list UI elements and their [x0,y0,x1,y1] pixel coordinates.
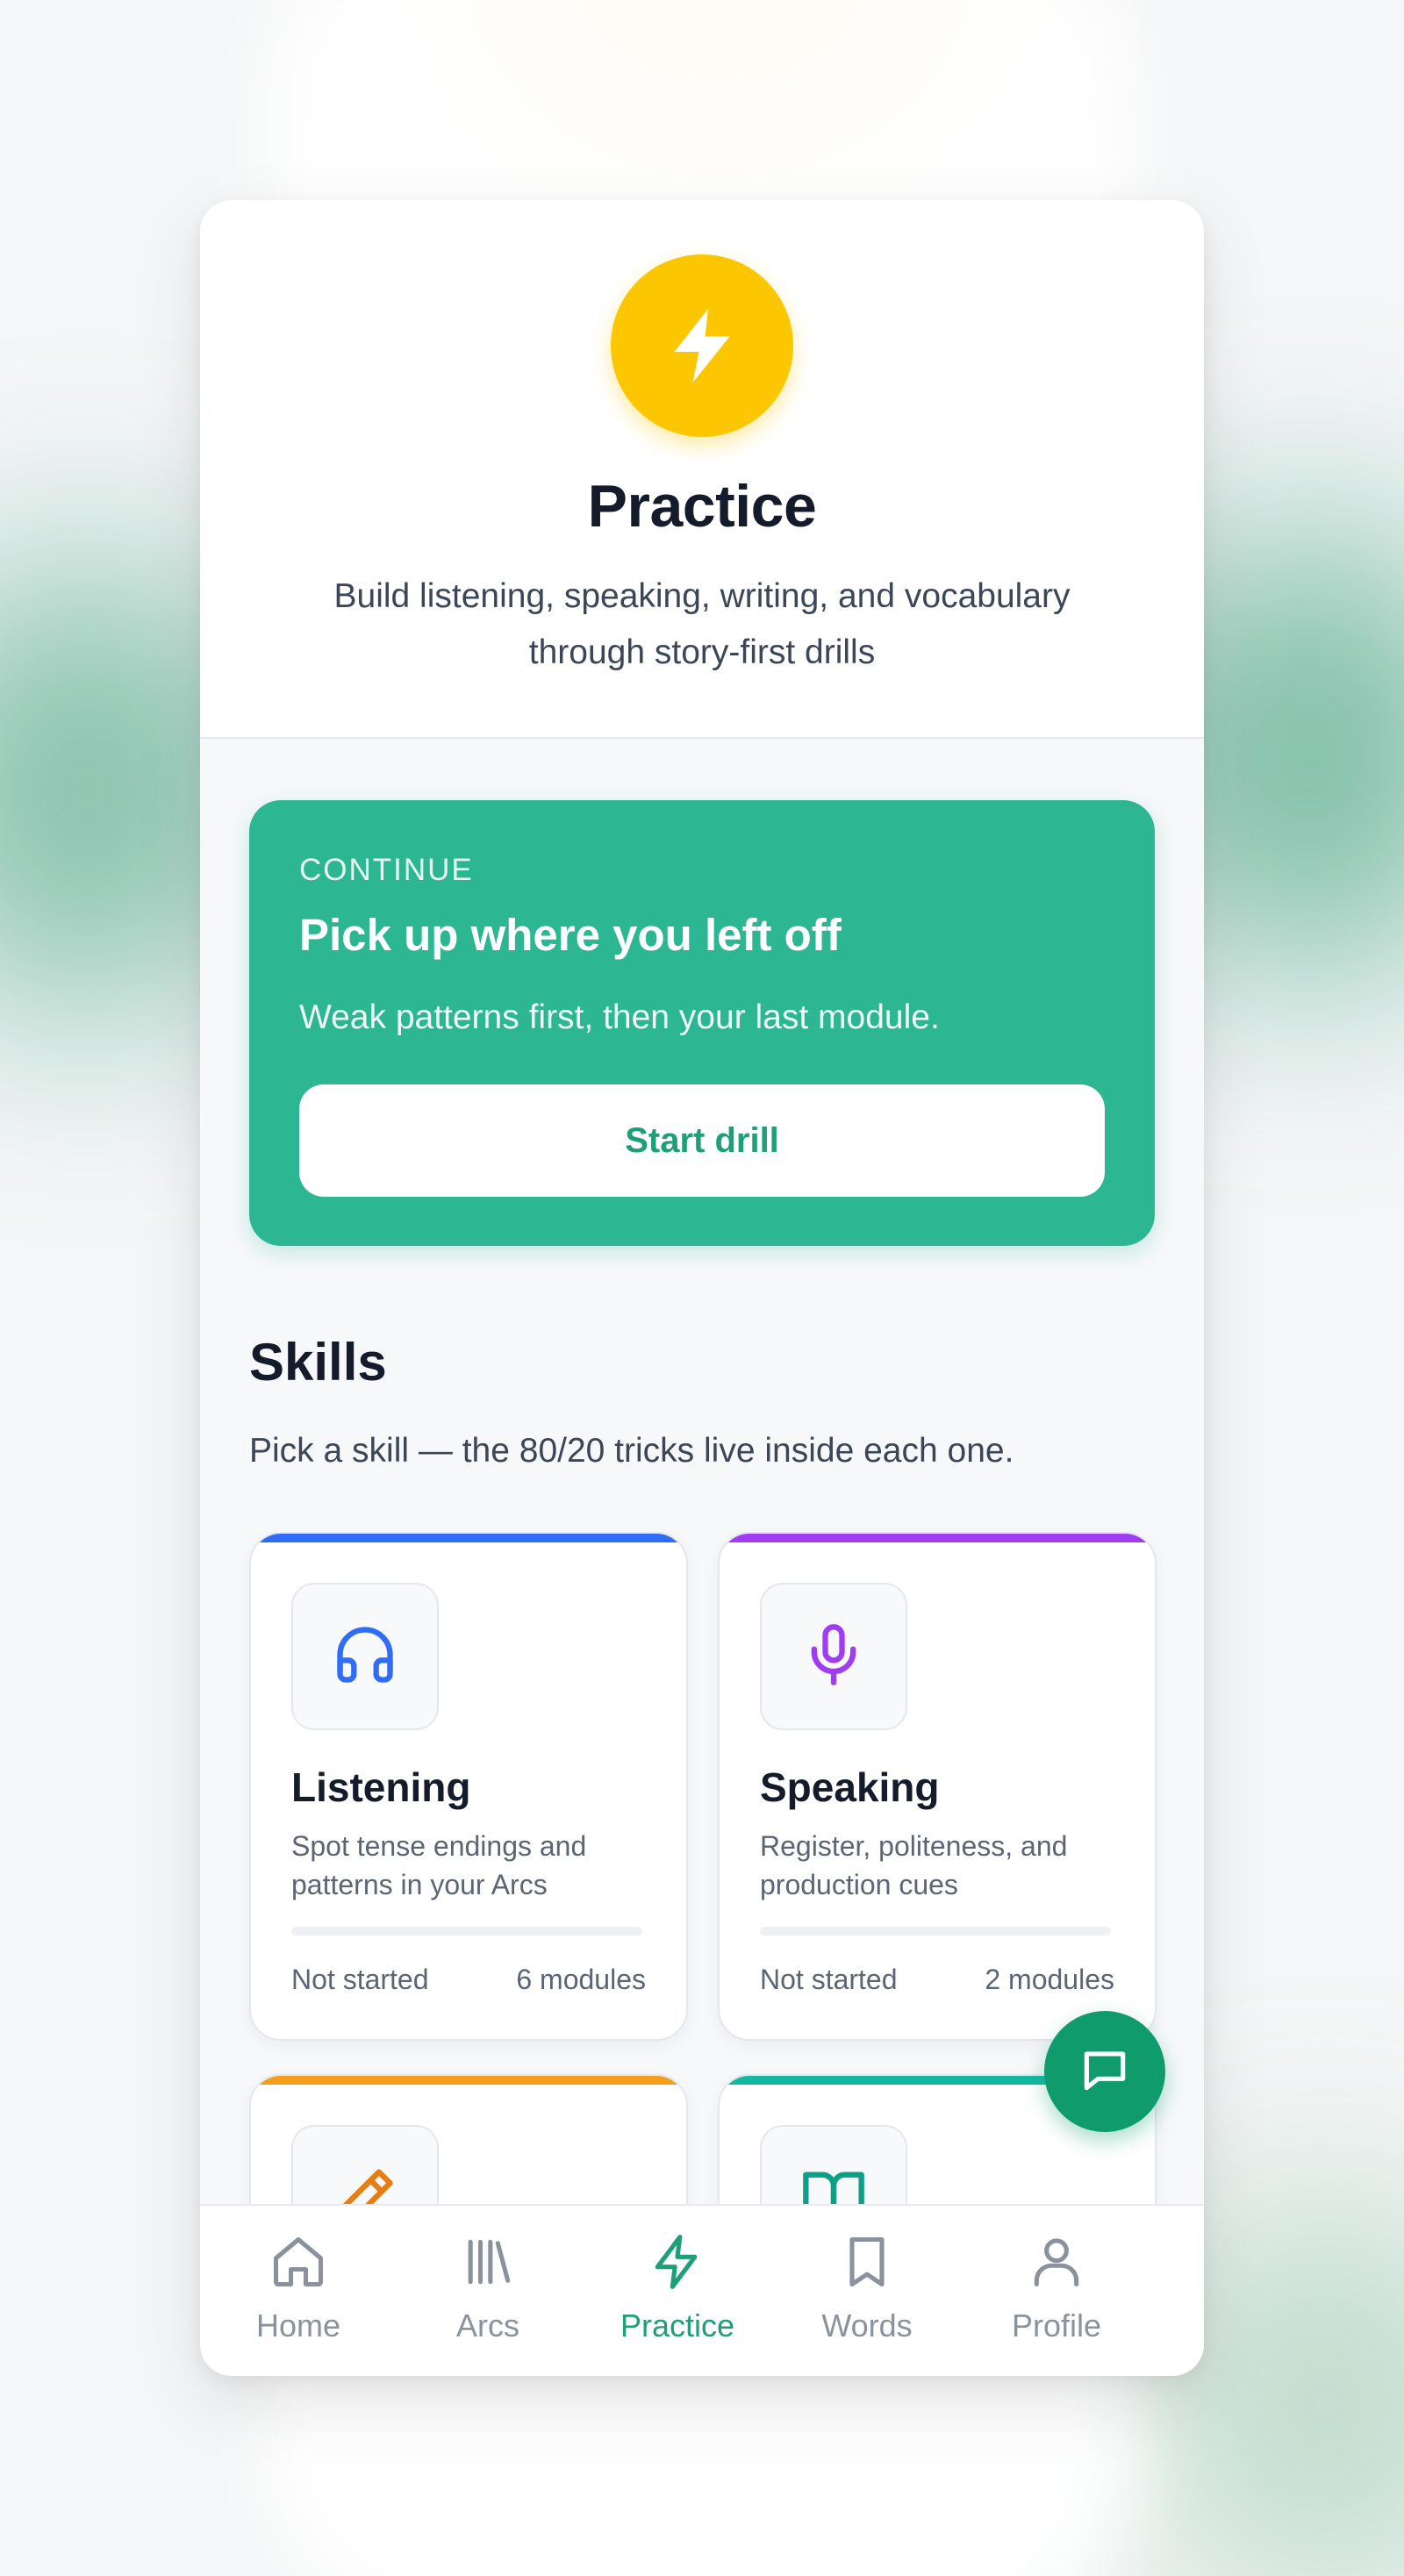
library-icon [458,2232,518,2292]
skill-description: Spot tense endings and patterns in your … [291,1830,587,1900]
skill-card-accent [251,1534,686,1542]
skill-icon-box [760,1583,907,1730]
skill-card-accent [720,1534,1155,1542]
continue-card: CONTINUE Pick up where you left off Weak… [249,800,1155,1246]
home-icon [269,2232,328,2292]
skill-progress-bar [291,1927,642,1936]
continue-eyebrow: CONTINUE [299,853,474,887]
page-subtitle: Build listening, speaking, writing, and … [333,577,1071,671]
nav-label: Profile [1011,2308,1102,2343]
skill-module-count: 6 modules [516,1964,646,1995]
skill-progress-bar [760,1927,1111,1936]
nav-item-arcs[interactable]: Arcs [393,2206,583,2376]
continue-title: Pick up where you left off [299,910,842,960]
skill-name: Speaking [760,1764,940,1810]
start-drill-button[interactable]: Start drill [299,1084,1105,1197]
headphones-icon [332,1621,398,1692]
skill-card-speaking[interactable]: Speaking Register, politeness, and produ… [718,1532,1157,2041]
skill-module-count: 2 modules [985,1964,1114,1995]
chat-fab-button[interactable] [1044,2011,1165,2132]
nav-label: Arcs [456,2308,519,2343]
nav-item-practice[interactable]: Practice [583,2206,772,2376]
bottom-nav: Home Arcs Practice Words Profile [200,2204,1204,2376]
microphone-icon [800,1621,867,1692]
skill-name: Listening [291,1764,471,1810]
nav-label: Practice [620,2308,735,2343]
skills-subtitle: Pick a skill — the 80/20 tricks live ins… [249,1432,1014,1470]
user-icon [1027,2232,1086,2292]
skill-icon-box [291,1583,439,1730]
continue-description: Weak patterns first, then your last modu… [299,998,940,1036]
lightning-bolt-icon [611,254,793,437]
nav-item-home[interactable]: Home [204,2206,393,2376]
skill-description: Register, politeness, and production cue… [760,1830,1068,1900]
lightning-bolt-icon [648,2232,707,2292]
skill-card-listening[interactable]: Listening Spot tense endings and pattern… [249,1532,688,2041]
skill-card-accent [251,2076,686,2085]
nav-item-words[interactable]: Words [772,2206,962,2376]
chat-bubble-icon [1078,2043,1132,2101]
nav-item-profile[interactable]: Profile [962,2206,1151,2376]
nav-label: Home [255,2308,341,2343]
page-header: Practice Build listening, speaking, writ… [200,200,1204,739]
skills-heading: Skills [249,1333,387,1392]
bookmark-icon [837,2232,897,2292]
skill-status: Not started [760,1964,898,1995]
skill-status: Not started [291,1964,429,1995]
nav-label: Words [821,2308,913,2343]
page-title: Practice [587,473,817,540]
